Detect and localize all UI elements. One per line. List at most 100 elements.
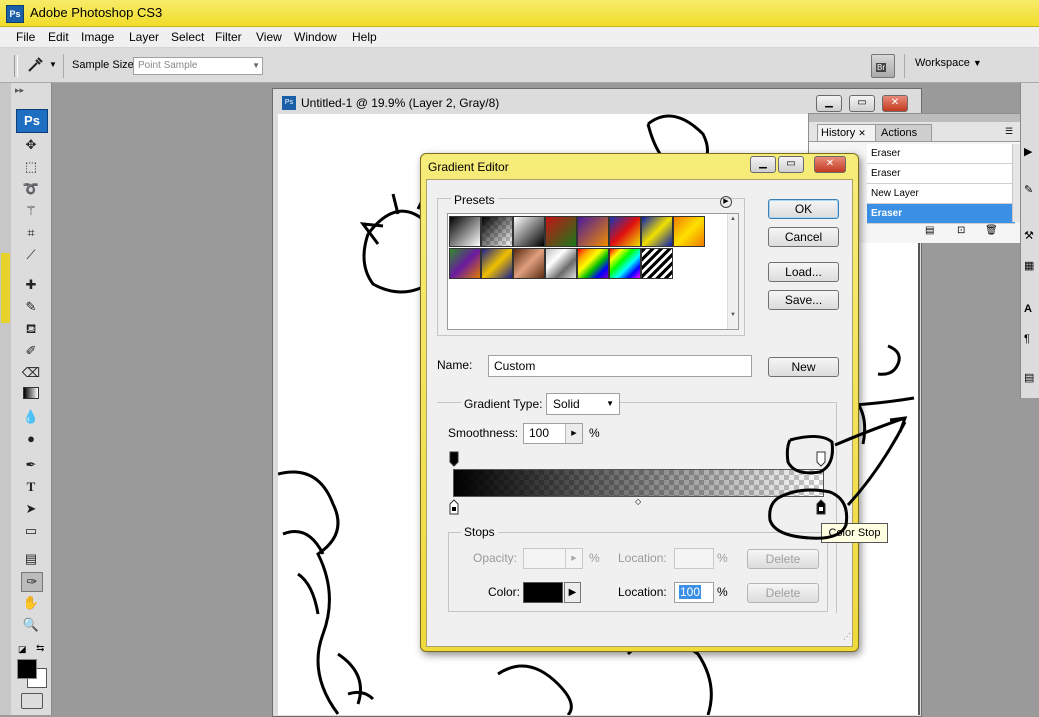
- menu-filter[interactable]: Filter: [215, 30, 242, 44]
- swap-colors-icon[interactable]: ⇆: [36, 643, 44, 654]
- resize-grip-icon[interactable]: ⋰: [843, 632, 851, 641]
- default-colors-icon[interactable]: ◪: [18, 644, 27, 655]
- color-menu-arrow-icon[interactable]: ▶: [564, 582, 581, 603]
- menu-select[interactable]: Select: [171, 30, 204, 44]
- blur-tool-icon[interactable]: 💧: [21, 408, 41, 426]
- opacity-stop-left[interactable]: [449, 451, 459, 467]
- dodge-tool-icon[interactable]: ●: [21, 430, 41, 448]
- presets-menu-icon[interactable]: ▶: [720, 196, 732, 208]
- quick-mask-icon[interactable]: [21, 693, 43, 709]
- brush-panel-icon[interactable]: ✎: [1024, 183, 1033, 196]
- hand-tool-icon[interactable]: ✋: [21, 594, 41, 612]
- tab-history[interactable]: History ✕: [817, 124, 876, 141]
- maximize-button[interactable]: ▭: [849, 95, 875, 112]
- name-input[interactable]: Custom: [488, 355, 752, 377]
- stop-color-swatch[interactable]: [523, 582, 563, 603]
- panel-header[interactable]: [809, 114, 1021, 122]
- smoothness-input[interactable]: 100 ▶: [523, 423, 583, 444]
- history-item[interactable]: Eraser: [867, 164, 1015, 184]
- brush-tool-icon[interactable]: ✎: [21, 298, 41, 316]
- history-item[interactable]: New Layer: [867, 184, 1015, 204]
- preset-blue-red-yellow[interactable]: [609, 216, 641, 247]
- eyedropper-icon[interactable]: [26, 56, 44, 74]
- smoothness-slider-icon[interactable]: ▶: [565, 424, 582, 443]
- gradient-tool-icon[interactable]: [21, 386, 41, 404]
- close-button[interactable]: ✕: [882, 95, 908, 112]
- new-document-icon[interactable]: ▤: [925, 225, 934, 236]
- preset-transparent-rainbow[interactable]: [609, 248, 641, 279]
- foreground-color-swatch[interactable]: [17, 659, 37, 679]
- preset-transparent-stripes[interactable]: [641, 248, 673, 279]
- new-button[interactable]: New: [768, 357, 839, 377]
- history-item[interactable]: Eraser: [867, 144, 1015, 164]
- midpoint-diamond-icon[interactable]: ◇: [635, 497, 641, 506]
- navigator-icon[interactable]: ▶: [1024, 145, 1032, 158]
- photoshop-logo[interactable]: Ps: [16, 109, 48, 133]
- clone-stamp-tool-icon[interactable]: ⛾: [21, 320, 41, 338]
- pen-tool-icon[interactable]: ✒: [21, 456, 41, 474]
- preset-copper[interactable]: [513, 248, 545, 279]
- menu-help[interactable]: Help: [352, 30, 377, 44]
- sample-size-select[interactable]: Point Sample ▼: [133, 57, 263, 75]
- eraser-tool-icon[interactable]: ⌫: [21, 364, 41, 382]
- preset-orange-yellow-orange[interactable]: [673, 216, 705, 247]
- maximize-button[interactable]: ▭: [778, 156, 804, 173]
- presets-scrollbar[interactable]: ▲ ▼: [727, 214, 738, 329]
- menu-edit[interactable]: Edit: [48, 30, 69, 44]
- options-grip[interactable]: [14, 55, 18, 77]
- load-button[interactable]: Load...: [768, 262, 839, 282]
- type-tool-icon[interactable]: T: [21, 478, 41, 496]
- healing-brush-tool-icon[interactable]: ✚: [21, 276, 41, 294]
- gradient-type-select[interactable]: Solid ▼: [546, 393, 620, 415]
- zoom-tool-icon[interactable]: 🔍: [21, 616, 41, 634]
- eyedropper-tool-icon[interactable]: ✑: [21, 572, 43, 592]
- preset-foreground-to-background[interactable]: [449, 216, 481, 247]
- crop-tool-icon[interactable]: ⌗: [21, 224, 41, 242]
- history-brush-tool-icon[interactable]: ✐: [21, 342, 41, 360]
- save-button[interactable]: Save...: [768, 290, 839, 310]
- color-location-input[interactable]: 100: [674, 582, 714, 603]
- trash-icon[interactable]: 🗑: [985, 225, 998, 236]
- preset-black-white[interactable]: [513, 216, 545, 247]
- layers-panel-icon[interactable]: ▤: [1024, 371, 1034, 384]
- minimize-button[interactable]: ▁: [816, 95, 842, 112]
- marquee-tool-icon[interactable]: ⬚: [21, 158, 41, 176]
- preset-yellow-violet[interactable]: [481, 248, 513, 279]
- preset-violet-green-orange[interactable]: [449, 248, 481, 279]
- menu-image[interactable]: Image: [81, 30, 114, 44]
- menu-view[interactable]: View: [256, 30, 282, 44]
- slice-tool-icon[interactable]: ⟋: [21, 246, 41, 264]
- toolbox-collapse-icon[interactable]: ▸▸: [15, 85, 24, 96]
- preset-blue-yellow-blue[interactable]: [641, 216, 673, 247]
- preset-chrome[interactable]: [545, 248, 577, 279]
- panel-menu-icon[interactable]: ☰: [1005, 126, 1013, 137]
- shape-tool-icon[interactable]: ▭: [21, 522, 41, 540]
- layer-comps-icon[interactable]: ▦: [1024, 259, 1034, 272]
- minimize-button[interactable]: ▁: [750, 156, 776, 173]
- preset-violet-orange[interactable]: [577, 216, 609, 247]
- cancel-button[interactable]: Cancel: [768, 227, 839, 247]
- notes-tool-icon[interactable]: ▤: [21, 550, 41, 568]
- preset-spectrum[interactable]: [577, 248, 609, 279]
- history-item-selected[interactable]: Eraser: [867, 204, 1015, 224]
- close-button[interactable]: ✕: [814, 156, 846, 173]
- workspace-button[interactable]: Workspace ▼: [915, 57, 982, 69]
- bridge-button[interactable]: Br: [871, 54, 895, 78]
- menu-file[interactable]: File: [16, 30, 35, 44]
- tab-actions[interactable]: Actions: [875, 124, 932, 141]
- path-selection-tool-icon[interactable]: ➤: [21, 500, 41, 518]
- new-snapshot-icon[interactable]: ⊡: [957, 225, 965, 236]
- preset-foreground-to-transparent[interactable]: [481, 216, 513, 247]
- lasso-tool-icon[interactable]: ➰: [21, 180, 41, 198]
- menu-layer[interactable]: Layer: [129, 30, 159, 44]
- character-panel-icon[interactable]: A: [1024, 303, 1032, 315]
- tool-preset-dropdown-icon[interactable]: ▼: [49, 60, 57, 69]
- move-tool-icon[interactable]: ✥: [21, 136, 41, 154]
- color-stop-left[interactable]: [449, 499, 459, 515]
- magic-wand-tool-icon[interactable]: ⚚: [21, 202, 41, 220]
- preset-red-green[interactable]: [545, 216, 577, 247]
- ok-button[interactable]: OK: [768, 199, 839, 219]
- menu-window[interactable]: Window: [294, 30, 337, 44]
- tool-presets-icon[interactable]: ⚒: [1024, 229, 1034, 242]
- paragraph-panel-icon[interactable]: ¶: [1024, 333, 1030, 345]
